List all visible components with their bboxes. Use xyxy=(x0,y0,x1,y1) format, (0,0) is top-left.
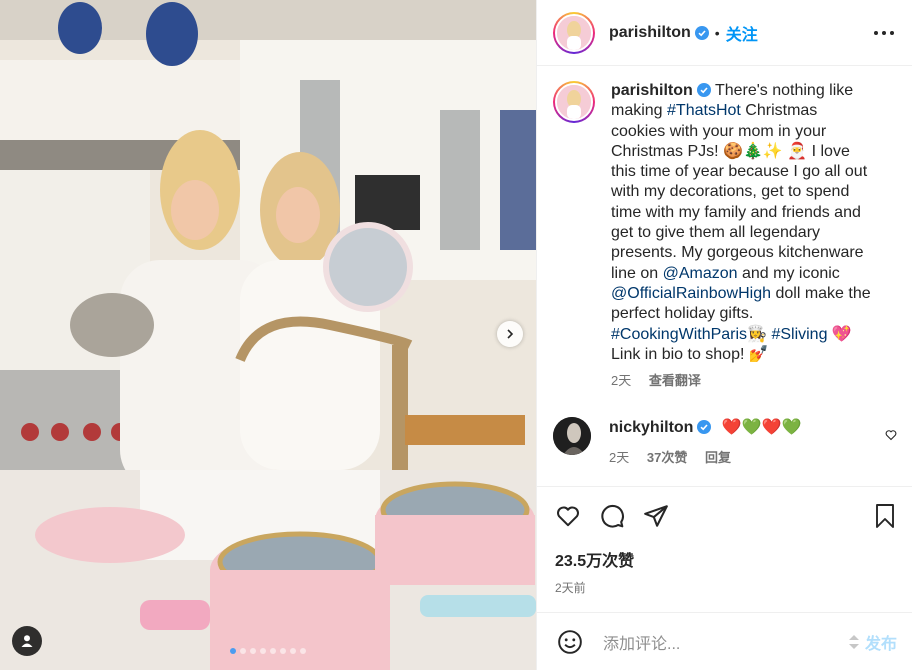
carousel-dot xyxy=(230,648,236,654)
avatar-image xyxy=(557,85,591,119)
comment-item: nickyhilton ❤️💚❤️💚 2天 37次赞 回复 xyxy=(553,417,897,466)
share-icon[interactable] xyxy=(643,503,669,529)
chevron-right-icon xyxy=(507,329,514,339)
add-comment-bar: 添加评论... 发布 xyxy=(537,612,912,670)
caption-text-segment: Christmas cookies with your mom in your … xyxy=(611,102,868,282)
caption-link[interactable]: #Sliving xyxy=(771,326,827,343)
post-actions: 23.5万次赞 2天前 xyxy=(537,486,912,612)
caption-link[interactable]: @OfficialRainbowHigh xyxy=(611,285,771,302)
user-tag-icon xyxy=(21,635,33,647)
carousel-dot xyxy=(250,648,256,654)
verified-badge-icon xyxy=(694,25,709,40)
comment-body: nickyhilton ❤️💚❤️💚 2天 37次赞 回复 xyxy=(609,417,859,466)
caption-text-segment: 👩‍🍳 xyxy=(747,325,772,343)
action-icons xyxy=(555,503,897,529)
post-photo[interactable] xyxy=(0,0,536,670)
caption-link[interactable]: #CookingWithParis xyxy=(611,326,747,343)
more-options-button[interactable] xyxy=(872,21,896,45)
reply-button[interactable]: 回复 xyxy=(705,450,731,465)
carousel-dot xyxy=(270,648,276,654)
author-avatar[interactable] xyxy=(553,11,595,54)
avatar-image xyxy=(553,417,591,456)
caption-author-avatar[interactable] xyxy=(553,81,595,123)
caption-link[interactable]: @Amazon xyxy=(663,265,738,282)
comment-like-icon[interactable] xyxy=(885,429,897,441)
resize-handle-icon xyxy=(848,634,859,649)
author-username[interactable]: parishilton xyxy=(609,24,691,42)
carousel-dot xyxy=(240,648,246,654)
comment-time[interactable]: 2天 xyxy=(609,450,629,465)
comment-meta: 2天 37次赞 回复 xyxy=(609,447,859,466)
comments-section: parishilton There's nothing like making … xyxy=(537,67,912,485)
caption-body: parishilton There's nothing like making … xyxy=(611,81,873,391)
caption-text-segment: and my iconic xyxy=(737,264,840,282)
commenter-username[interactable]: nickyhilton xyxy=(609,419,693,436)
comment-text: ❤️💚❤️💚 xyxy=(721,419,802,437)
comment-likes[interactable]: 37次赞 xyxy=(647,450,687,465)
caption: parishilton There's nothing like making … xyxy=(553,81,897,391)
post-comment-button[interactable]: 发布 xyxy=(865,630,897,654)
carousel-indicator xyxy=(0,648,536,654)
heart-icon[interactable] xyxy=(555,503,581,529)
emoji-icon[interactable] xyxy=(557,629,583,655)
like-count[interactable]: 23.5万次赞 xyxy=(555,547,897,571)
header-separator: • xyxy=(714,24,720,41)
post-details-panel: parishilton • 关注 parishilton There's not… xyxy=(536,0,912,670)
post-header: parishilton • 关注 xyxy=(537,0,912,66)
follow-button[interactable]: 关注 xyxy=(726,21,758,45)
bookmark-icon[interactable] xyxy=(873,503,897,529)
caption-meta: 2天 查看翻译 xyxy=(611,371,873,391)
caption-time[interactable]: 2天 xyxy=(611,373,631,388)
caption-text: parishilton There's nothing like making … xyxy=(611,81,873,365)
carousel-dot xyxy=(260,648,266,654)
more-options-icon xyxy=(874,30,894,35)
see-translation-button[interactable]: 查看翻译 xyxy=(649,373,701,388)
comment-input[interactable]: 添加评论... xyxy=(603,630,847,654)
photo-illustration xyxy=(0,0,536,670)
caption-link[interactable]: #ThatsHot xyxy=(667,102,741,119)
carousel-dot xyxy=(290,648,296,654)
carousel-dot xyxy=(300,648,306,654)
commenter-avatar[interactable] xyxy=(553,417,591,456)
carousel-next-button[interactable] xyxy=(497,321,523,347)
caption-username[interactable]: parishilton xyxy=(611,82,693,99)
carousel-dot xyxy=(280,648,286,654)
post-date[interactable]: 2天前 xyxy=(555,579,897,596)
verified-badge-icon xyxy=(696,83,711,97)
caption-message: There's nothing like making #ThatsHot Ch… xyxy=(611,82,871,363)
avatar-image xyxy=(557,15,591,50)
verified-badge-icon xyxy=(697,420,712,435)
comment-icon[interactable] xyxy=(599,503,625,529)
